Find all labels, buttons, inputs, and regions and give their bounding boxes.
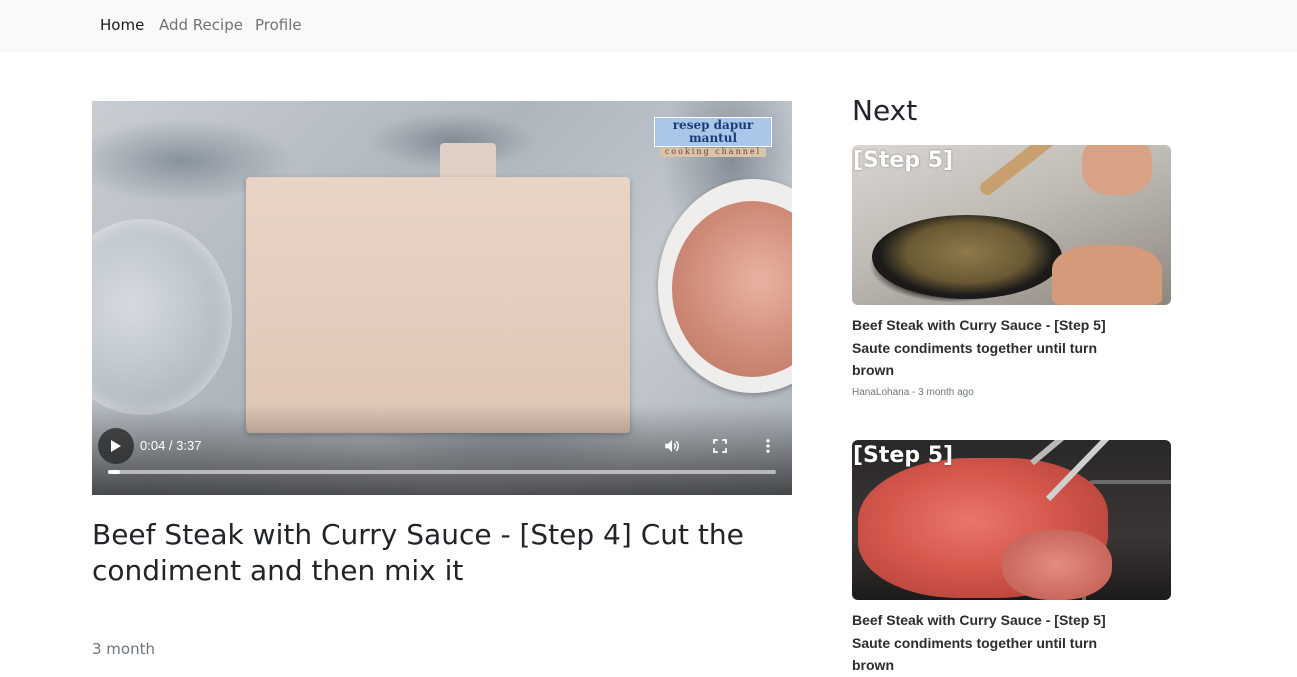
video-progress-fill	[108, 470, 121, 474]
nav-home-link[interactable]: Home	[100, 16, 144, 34]
next-video-thumbnail[interactable]: [Step 5]	[852, 440, 1171, 600]
hand	[1052, 245, 1162, 305]
next-video-card[interactable]: [Step 5] Beef Steak with Curry Sauce - […	[852, 440, 1172, 677]
watermark-subtitle: cooking channel	[660, 148, 766, 158]
cutting-board	[246, 177, 630, 433]
hand	[1082, 145, 1152, 195]
play-icon	[111, 440, 121, 452]
volume-icon[interactable]	[663, 437, 681, 455]
video-progress-bar[interactable]	[108, 470, 776, 474]
watermark-title: resep dapur mantul	[654, 117, 772, 148]
nav-profile-link[interactable]: Profile	[255, 16, 302, 34]
next-video-title[interactable]: Beef Steak with Curry Sauce - [Step 5] S…	[852, 600, 1112, 677]
next-video-thumbnail[interactable]: [Step 5]	[852, 145, 1171, 305]
next-video-card[interactable]: [Step 5] Beef Steak with Curry Sauce - […	[852, 145, 1172, 398]
steak	[1002, 530, 1112, 600]
next-video-meta: HanaLohana - 3 month ago	[852, 386, 974, 398]
fullscreen-icon[interactable]	[711, 437, 729, 455]
next-video-title[interactable]: Beef Steak with Curry Sauce - [Step 5] S…	[852, 305, 1112, 382]
video-time: 0:04 / 3:37	[140, 438, 202, 453]
frying-pan	[872, 215, 1062, 299]
top-navbar: Home Add Recipe Profile	[0, 0, 1297, 52]
next-heading: Next	[852, 94, 918, 127]
wooden-spatula	[977, 145, 1081, 198]
step-label: [Step 5]	[853, 443, 954, 468]
channel-watermark: resep dapur mantul cooking channel	[654, 117, 772, 158]
step-label: [Step 5]	[853, 148, 954, 173]
nav-add-recipe-link[interactable]: Add Recipe	[159, 16, 243, 34]
recipe-meta: 3 month	[92, 640, 155, 658]
recipe-title: Beef Steak with Curry Sauce - [Step 4] C…	[92, 518, 744, 587]
video-player[interactable]: resep dapur mantul cooking channel 0:04 …	[92, 101, 792, 495]
play-button[interactable]	[98, 428, 134, 464]
more-vert-icon[interactable]	[759, 437, 777, 455]
